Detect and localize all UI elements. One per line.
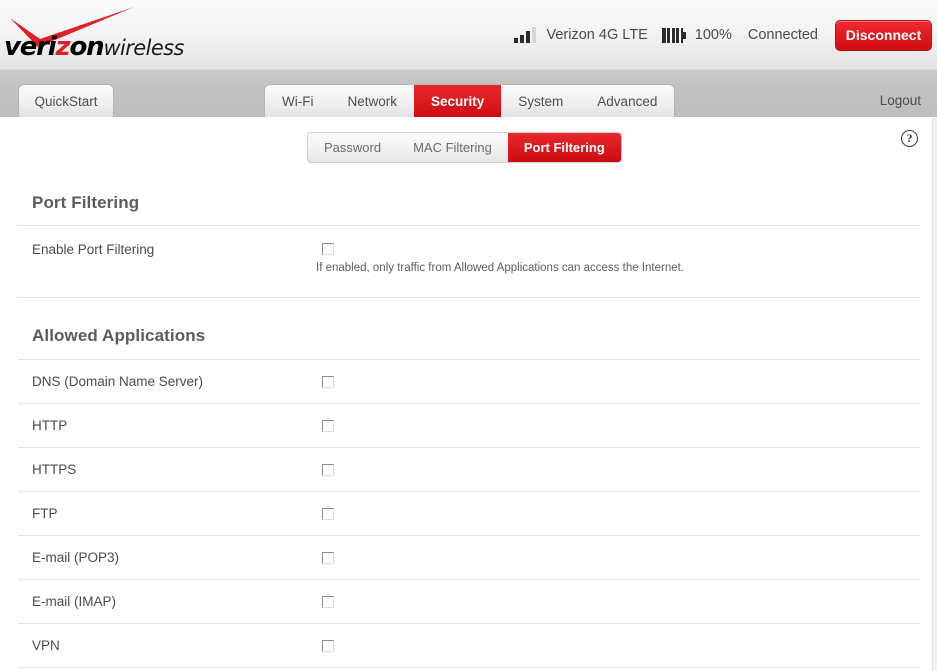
page-edge-shadow	[933, 118, 937, 671]
router-admin-page: verizonwireless Verizon 4G LTE 100% Conn…	[0, 0, 937, 671]
subtab-password[interactable]: Password	[308, 133, 397, 162]
battery-percent: 100%	[694, 27, 732, 43]
enable-port-filtering-checkbox[interactable]	[322, 243, 334, 255]
app-label-email-pop3: E-mail (POP3)	[32, 550, 120, 565]
table-row: E-mail (POP3)	[18, 536, 920, 580]
nav-tab-security[interactable]: Security	[414, 85, 502, 117]
table-row: E-mail (IMAP)	[18, 580, 920, 624]
network-label: Verizon 4G LTE	[546, 27, 648, 43]
main-navigation-bar: QuickStart Wi-Fi Network Security System…	[0, 70, 937, 117]
logo-text-pre: veri	[4, 32, 57, 62]
app-checkbox-vpn[interactable]	[322, 640, 334, 652]
signal-bars-icon	[514, 27, 537, 43]
table-row: HTTP	[18, 404, 920, 448]
nav-tab-advanced[interactable]: Advanced	[580, 85, 674, 117]
battery-icon	[661, 27, 686, 43]
verizon-wireless-logo: verizonwireless	[0, 6, 270, 64]
table-row: HTTPS	[18, 448, 920, 492]
section-title-port-filtering: Port Filtering	[32, 193, 140, 212]
table-row: FTP	[18, 492, 920, 536]
security-subtab-group: Password MAC Filtering Port Filtering	[307, 132, 622, 163]
logo-text-post: on	[69, 32, 104, 62]
app-label-dns: DNS (Domain Name Server)	[32, 374, 204, 389]
port-filtering-hint: If enabled, only traffic from Allowed Ap…	[316, 262, 684, 274]
app-label-https: HTTPS	[32, 462, 77, 477]
logout-link[interactable]: Logout	[880, 84, 921, 117]
app-checkbox-http[interactable]	[322, 420, 334, 432]
nav-tab-network[interactable]: Network	[330, 85, 414, 117]
status-cluster: Verizon 4G LTE 100% Connected Disconnect	[514, 0, 937, 70]
nav-tab-wifi[interactable]: Wi-Fi	[265, 85, 330, 117]
nav-tab-quickstart[interactable]: QuickStart	[18, 84, 114, 117]
app-label-vpn: VPN	[32, 638, 60, 653]
verizon-wordmark: verizonwireless	[4, 32, 184, 62]
app-label-ftp: FTP	[32, 506, 58, 521]
app-checkbox-ftp[interactable]	[322, 508, 334, 520]
app-checkbox-email-imap[interactable]	[322, 596, 334, 608]
section-title-allowed-applications: Allowed Applications	[32, 326, 206, 345]
nav-tab-system[interactable]: System	[501, 85, 580, 117]
enable-port-filtering-label: Enable Port Filtering	[32, 242, 155, 257]
logo-text-z: z	[55, 32, 71, 62]
app-checkbox-https[interactable]	[322, 464, 334, 476]
subtab-mac-filtering[interactable]: MAC Filtering	[397, 133, 508, 162]
disconnect-button[interactable]: Disconnect	[835, 19, 932, 51]
table-row: VPN	[18, 624, 920, 668]
app-label-email-imap: E-mail (IMAP)	[32, 594, 116, 609]
divider-port-filtering-bottom	[18, 297, 920, 298]
connection-status: Connected	[747, 27, 818, 43]
page-header: verizonwireless Verizon 4G LTE 100% Conn…	[0, 0, 937, 70]
table-row: DNS (Domain Name Server)	[18, 360, 920, 404]
help-circle-icon[interactable]: ?	[901, 130, 918, 147]
app-label-http: HTTP	[32, 418, 68, 433]
app-checkbox-dns[interactable]	[322, 376, 334, 388]
divider-port-filtering-top	[18, 225, 920, 226]
logo-text-wireless: wireless	[103, 36, 184, 60]
app-checkbox-email-pop3[interactable]	[322, 552, 334, 564]
main-tab-group: Wi-Fi Network Security System Advanced	[264, 84, 676, 117]
page-edge-line	[932, 118, 933, 671]
subtab-port-filtering[interactable]: Port Filtering	[507, 133, 621, 162]
